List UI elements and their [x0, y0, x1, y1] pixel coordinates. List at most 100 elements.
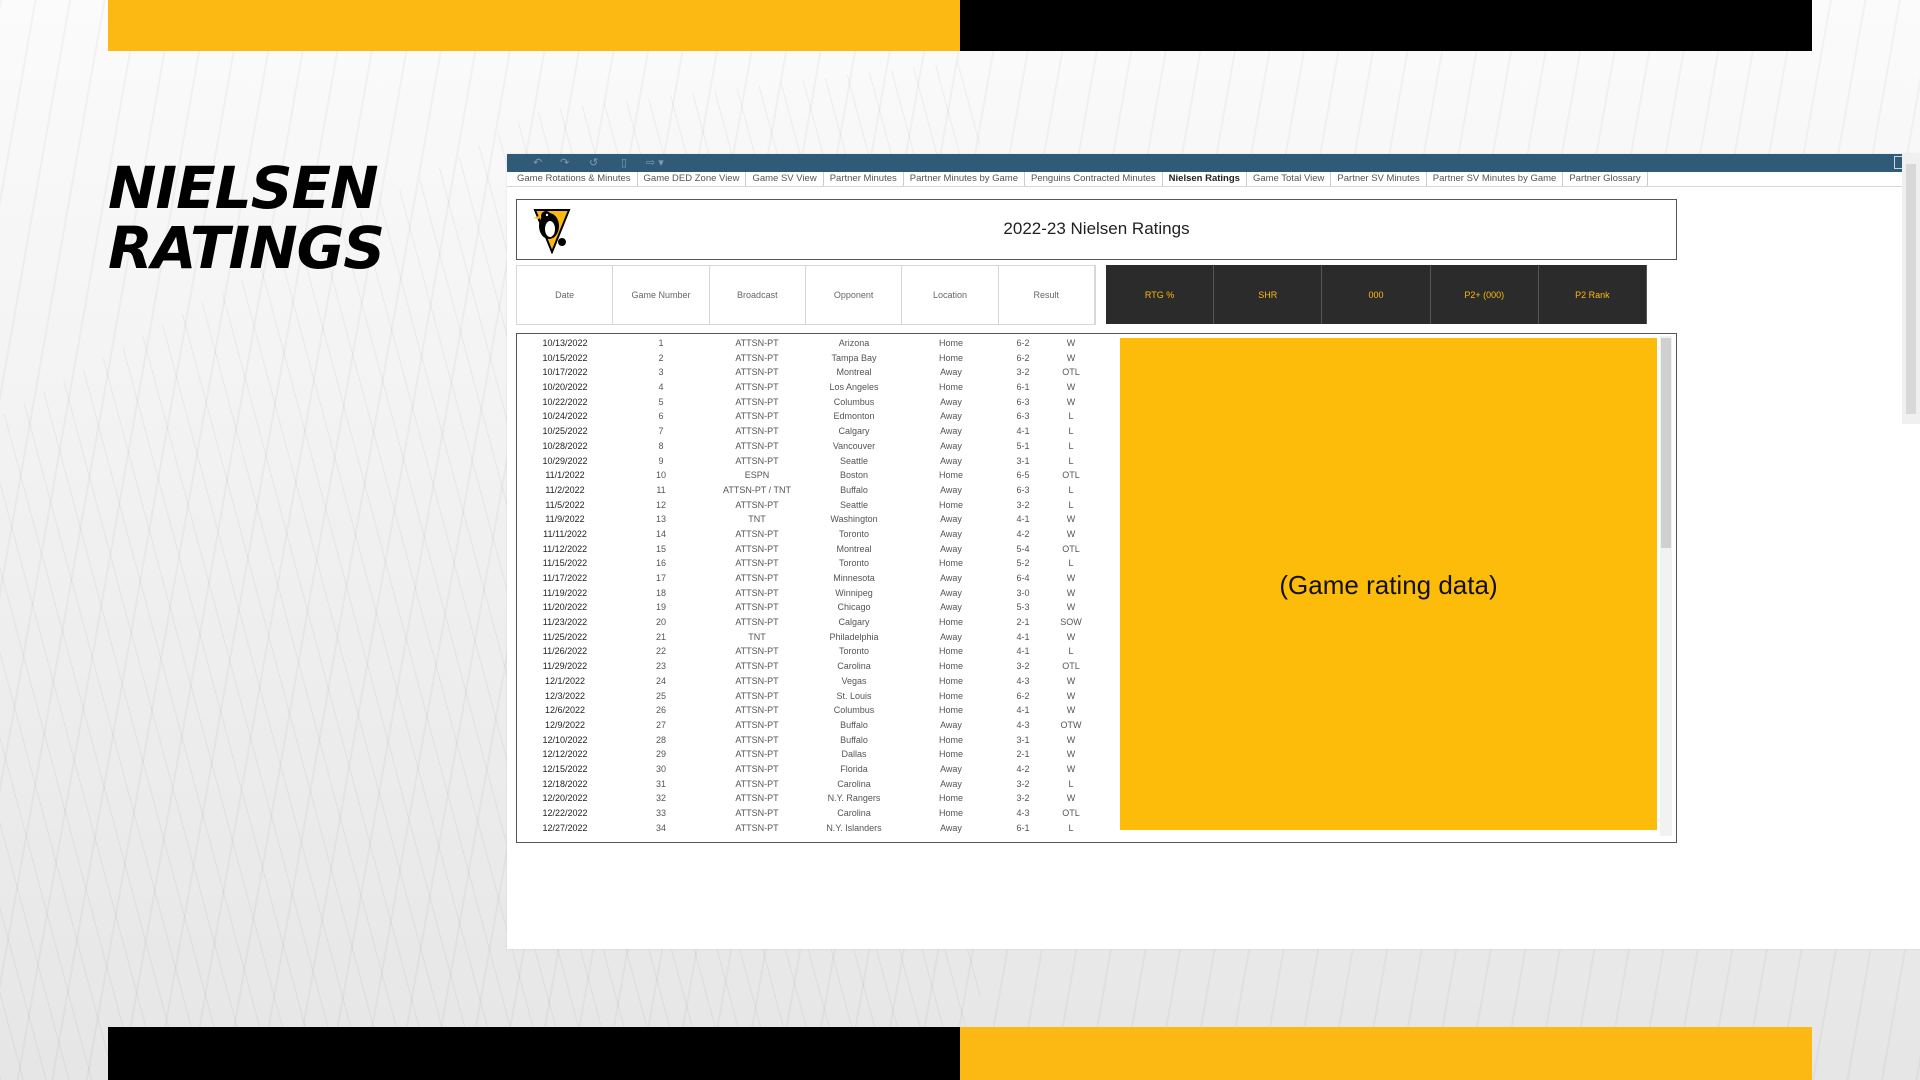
tab-game-rotations-minutes[interactable]: Game Rotations & Minutes	[511, 172, 638, 186]
cell-opponent: Los Angeles	[829, 382, 879, 393]
metric-header[interactable]: P2+ (000)	[1431, 265, 1539, 324]
table-row[interactable]: 11/17/2022 17 ATTSN-PT Minnesota Away 6-4 W	[517, 571, 1095, 586]
tab-partner-sv-minutes[interactable]: Partner SV Minutes	[1331, 172, 1427, 186]
redo-icon[interactable]: ↷	[560, 156, 569, 169]
cell-score: 3-2	[1016, 499, 1030, 510]
cell-opponent: Vancouver	[832, 440, 876, 451]
table-row[interactable]: 12/6/2022 26 ATTSN-PT Columbus Home 4-1 W	[517, 703, 1095, 718]
table-row[interactable]: 11/19/2022 18 ATTSN-PT Winnipeg Away 3-0 W	[517, 586, 1095, 601]
cell-broadcast: ATTSN-PT	[735, 763, 779, 774]
table-row[interactable]: 11/9/2022 13 TNT Washington Away 4-1 W	[517, 512, 1095, 527]
window-scrollbar-thumb[interactable]	[1906, 164, 1916, 414]
clipboard-icon[interactable]: ▯	[621, 156, 627, 169]
table-row[interactable]: 11/23/2022 20 ATTSN-PT Calgary Home 2-1 SOW	[517, 615, 1095, 630]
cell-date: 11/9/2022	[545, 514, 585, 525]
cell-score: 6-4	[1016, 573, 1030, 583]
table-row[interactable]: 11/25/2022 21 TNT Philadelphia Away 4-1 W	[517, 630, 1095, 645]
cell-game-number: 8	[658, 440, 664, 451]
tab-partner-minutes[interactable]: Partner Minutes	[824, 172, 904, 186]
table-row[interactable]: 11/1/2022 10 ESPN Boston Home 6-5 OTL	[517, 468, 1095, 483]
table-row[interactable]: 12/18/2022 31 ATTSN-PT Carolina Away 3-2 L	[517, 777, 1095, 792]
window-scrollbar[interactable]	[1902, 154, 1920, 424]
cell-result: L	[1068, 778, 1074, 789]
table-row[interactable]: 10/20/2022 4 ATTSN-PT Los Angeles Home 6-1 W	[517, 380, 1095, 395]
table-row[interactable]: 11/29/2022 23 ATTSN-PT Carolina Home 3-2 OTL	[517, 659, 1095, 674]
cell-broadcast: ATTSN-PT	[735, 661, 779, 672]
table-row[interactable]: 12/3/2022 25 ATTSN-PT St. Louis Home 6-2 W	[517, 689, 1095, 704]
cell-date: 10/25/2022	[542, 426, 588, 437]
table-row[interactable]: 10/15/2022 2 ATTSN-PT Tampa Bay Home 6-2 W	[517, 351, 1095, 366]
cell-score: 4-1	[1016, 705, 1030, 716]
cell-broadcast: ATTSN-PT	[735, 558, 779, 569]
cell-score: 6-2	[1016, 690, 1030, 701]
table-row[interactable]: 12/10/2022 28 ATTSN-PT Buffalo Home 3-1 W	[517, 733, 1095, 748]
cell-opponent: Philadelphia	[829, 631, 879, 642]
table-row[interactable]: 10/24/2022 6 ATTSN-PT Edmonton Away 6-3 L	[517, 409, 1095, 424]
cell-broadcast: ATTSN-PT	[735, 734, 779, 745]
metric-header[interactable]: 000	[1322, 265, 1431, 324]
metric-header[interactable]: RTG %	[1106, 265, 1215, 324]
cell-location: Away	[940, 573, 962, 583]
cell-score: 3-1	[1016, 734, 1030, 745]
share-icon[interactable]: ⇨ ▾	[646, 156, 664, 169]
table-row[interactable]: 11/11/2022 14 ATTSN-PT Toronto Away 4-2 W	[517, 527, 1095, 542]
table-row[interactable]: 11/12/2022 15 ATTSN-PT Montreal Away 5-4 OTL	[517, 542, 1095, 557]
cell-score: 5-2	[1016, 558, 1030, 569]
table-row[interactable]: 11/26/2022 22 ATTSN-PT Toronto Home 4-1 L	[517, 644, 1095, 659]
tab-partner-minutes-by-game[interactable]: Partner Minutes by Game	[904, 172, 1026, 186]
column-header[interactable]: Game Number	[613, 266, 710, 324]
metric-header[interactable]: SHR	[1214, 265, 1323, 324]
table-row[interactable]: 12/1/2022 24 ATTSN-PT Vegas Home 4-3 W	[517, 674, 1095, 689]
table-row[interactable]: 11/15/2022 16 ATTSN-PT Toronto Home 5-2 L	[517, 556, 1095, 571]
cell-game-number: 29	[655, 749, 666, 760]
cell-game-number: 30	[655, 763, 666, 774]
column-header[interactable]: Date	[517, 266, 614, 324]
table-row[interactable]: 10/29/2022 9 ATTSN-PT Seattle Away 3-1 L	[517, 454, 1095, 469]
tab-partner-glossary[interactable]: Partner Glossary	[1563, 172, 1648, 186]
table-row[interactable]: 12/27/2022 34 ATTSN-PT N.Y. Islanders Away 6-…	[517, 821, 1095, 836]
table-row[interactable]: 12/15/2022 30 ATTSN-PT Florida Away 4-2 W	[517, 762, 1095, 777]
table-row[interactable]: 10/17/2022 3 ATTSN-PT Montreal Away 3-2 OTL	[517, 365, 1095, 380]
table-row[interactable]: 12/20/2022 32 ATTSN-PT N.Y. Rangers Home 3-2 W	[517, 791, 1095, 806]
table-row[interactable]: 12/9/2022 27 ATTSN-PT Buffalo Away 4-3 OTW	[517, 718, 1095, 733]
column-header[interactable]: Result	[999, 266, 1095, 324]
undo-icon[interactable]: ↶	[533, 156, 542, 169]
cell-result: W	[1066, 587, 1076, 598]
tab-game-total-view[interactable]: Game Total View	[1247, 172, 1332, 186]
table-row[interactable]: 11/20/2022 19 ATTSN-PT Chicago Away 5-3 W	[517, 600, 1095, 615]
cell-broadcast: ATTSN-PT	[735, 690, 779, 701]
table-row[interactable]: 11/2/2022 11 ATTSN-PT / TNT Buffalo Away 6-3 L	[517, 483, 1095, 498]
revert-icon[interactable]: ↺	[589, 156, 598, 169]
tab-game-sv-view[interactable]: Game SV View	[746, 172, 824, 186]
cell-broadcast: ATTSN-PT	[735, 778, 779, 789]
column-header[interactable]: Location	[902, 266, 999, 324]
table-row[interactable]: 10/13/2022 1 ATTSN-PT Arizona Home 6-2 W	[517, 336, 1095, 351]
column-header[interactable]: Broadcast	[710, 266, 806, 324]
cell-result: L	[1068, 558, 1074, 569]
cell-opponent: Toronto	[838, 646, 870, 657]
tab-nielsen-ratings[interactable]: Nielsen Ratings	[1162, 172, 1247, 186]
cell-game-number: 34	[655, 822, 666, 833]
table-row[interactable]: 10/22/2022 5 ATTSN-PT Columbus Away 6-3 W	[517, 395, 1095, 410]
tab-game-ded-zone-view[interactable]: Game DED Zone View	[638, 172, 747, 186]
table-row[interactable]: 12/22/2022 33 ATTSN-PT Carolina Home 4-3 OTL	[517, 806, 1095, 821]
cell-score: 5-1	[1016, 440, 1030, 451]
column-header[interactable]: Opponent	[806, 266, 903, 324]
cell-opponent: St. Louis	[836, 690, 872, 701]
cell-date: 11/12/2022	[542, 543, 588, 554]
table-scrollbar-thumb[interactable]	[1661, 338, 1671, 548]
cell-result: W	[1066, 338, 1076, 348]
cell-broadcast: ATTSN-PT	[735, 808, 779, 818]
table-scrollbar[interactable]	[1660, 336, 1672, 836]
table-row[interactable]: 10/28/2022 8 ATTSN-PT Vancouver Away 5-1 L	[517, 439, 1095, 454]
tab-penguins-contracted-minutes[interactable]: Penguins Contracted Minutes	[1025, 172, 1163, 186]
cell-location: Home	[938, 617, 963, 628]
cell-game-number: 2	[658, 352, 664, 363]
table-row[interactable]: 12/12/2022 29 ATTSN-PT Dallas Home 2-1 W	[517, 747, 1095, 762]
cell-game-number: 33	[655, 808, 666, 818]
tab-partner-sv-minutes-by-game[interactable]: Partner SV Minutes by Game	[1427, 172, 1564, 186]
table-row[interactable]: 10/25/2022 7 ATTSN-PT Calgary Away 4-1 L	[517, 424, 1095, 439]
dashboard-toolbar: ↶ ↷ ↺ ▯ ⇨ ▾	[507, 154, 1920, 172]
table-row[interactable]: 11/5/2022 12 ATTSN-PT Seattle Home 3-2 L	[517, 498, 1095, 513]
metric-header[interactable]: P2 Rank	[1539, 265, 1648, 324]
